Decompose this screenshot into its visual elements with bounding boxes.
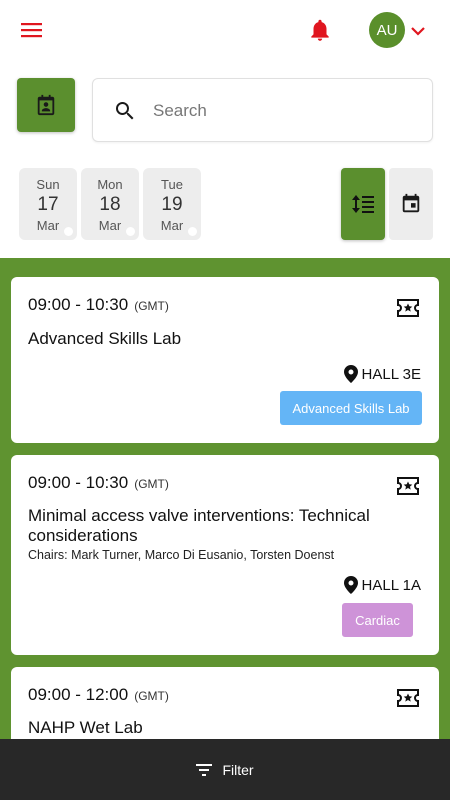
- session-timezone: (GMT): [134, 689, 169, 703]
- ticket-star-icon[interactable]: [396, 298, 420, 318]
- calendar-view-button[interactable]: [389, 168, 433, 240]
- ticket-star-icon[interactable]: [396, 476, 420, 496]
- search-icon: [113, 99, 137, 123]
- top-bar: AU: [0, 0, 450, 62]
- ticket-star-icon[interactable]: [396, 688, 420, 708]
- day-number: 17: [37, 194, 59, 215]
- bell-icon[interactable]: [307, 16, 333, 44]
- calendar-icon: [402, 193, 420, 213]
- day-tab-sun[interactable]: Sun 17 Mar: [19, 168, 77, 240]
- day-number: 18: [99, 194, 121, 215]
- session-chairs: Chairs: Mark Turner, Marco Di Eusanio, T…: [28, 548, 335, 562]
- session-timezone: (GMT): [134, 477, 169, 491]
- day-name: Mon: [97, 177, 123, 192]
- chevron-down-icon[interactable]: [409, 22, 427, 40]
- session-tag[interactable]: Advanced Skills Lab: [280, 391, 422, 425]
- day-number: 19: [161, 194, 183, 215]
- search-box[interactable]: [92, 78, 433, 142]
- session-time: 09:00 - 10:30 (GMT): [28, 473, 169, 492]
- menu-icon[interactable]: [20, 20, 44, 40]
- session-list: 09:00 - 10:30 (GMT) Advanced Skills Lab H…: [0, 258, 450, 800]
- day-indicator-dot: [126, 227, 135, 236]
- filter-label: Filter: [222, 761, 254, 778]
- search-input[interactable]: [153, 97, 413, 125]
- day-tab-tue[interactable]: Tue 19 Mar: [143, 168, 201, 240]
- session-title: Advanced Skills Lab: [28, 329, 182, 348]
- day-indicator-dot: [64, 227, 73, 236]
- session-location: HALL 1A: [343, 576, 421, 594]
- session-title: NAHP Wet Lab: [28, 718, 143, 737]
- day-name: Tue: [161, 177, 183, 192]
- location-pin-icon: [343, 576, 358, 594]
- filter-icon: [196, 763, 213, 776]
- filter-button[interactable]: Filter: [0, 739, 450, 800]
- session-card[interactable]: 09:00 - 10:30 (GMT) Advanced Skills Lab H…: [11, 277, 439, 443]
- session-title: Minimal access valve interventions: Tech…: [28, 506, 370, 545]
- avatar[interactable]: AU: [369, 12, 405, 48]
- day-name: Sun: [36, 177, 60, 192]
- contacts-button[interactable]: [17, 78, 75, 132]
- session-time: 09:00 - 12:00 (GMT): [28, 685, 169, 704]
- session-time: 09:00 - 10:30 (GMT): [28, 295, 169, 314]
- sort-lines-icon: [352, 195, 374, 213]
- location-pin-icon: [343, 365, 358, 383]
- session-timezone: (GMT): [134, 299, 169, 313]
- list-view-button[interactable]: [341, 168, 385, 240]
- day-indicator-dot: [188, 227, 197, 236]
- day-tab-mon[interactable]: Mon 18 Mar: [81, 168, 139, 240]
- contact-card-icon: [37, 94, 55, 116]
- session-tag[interactable]: Cardiac: [342, 603, 413, 637]
- session-location: HALL 3E: [343, 365, 421, 383]
- session-card[interactable]: 09:00 - 10:30 (GMT) Minimal access valve …: [11, 455, 439, 655]
